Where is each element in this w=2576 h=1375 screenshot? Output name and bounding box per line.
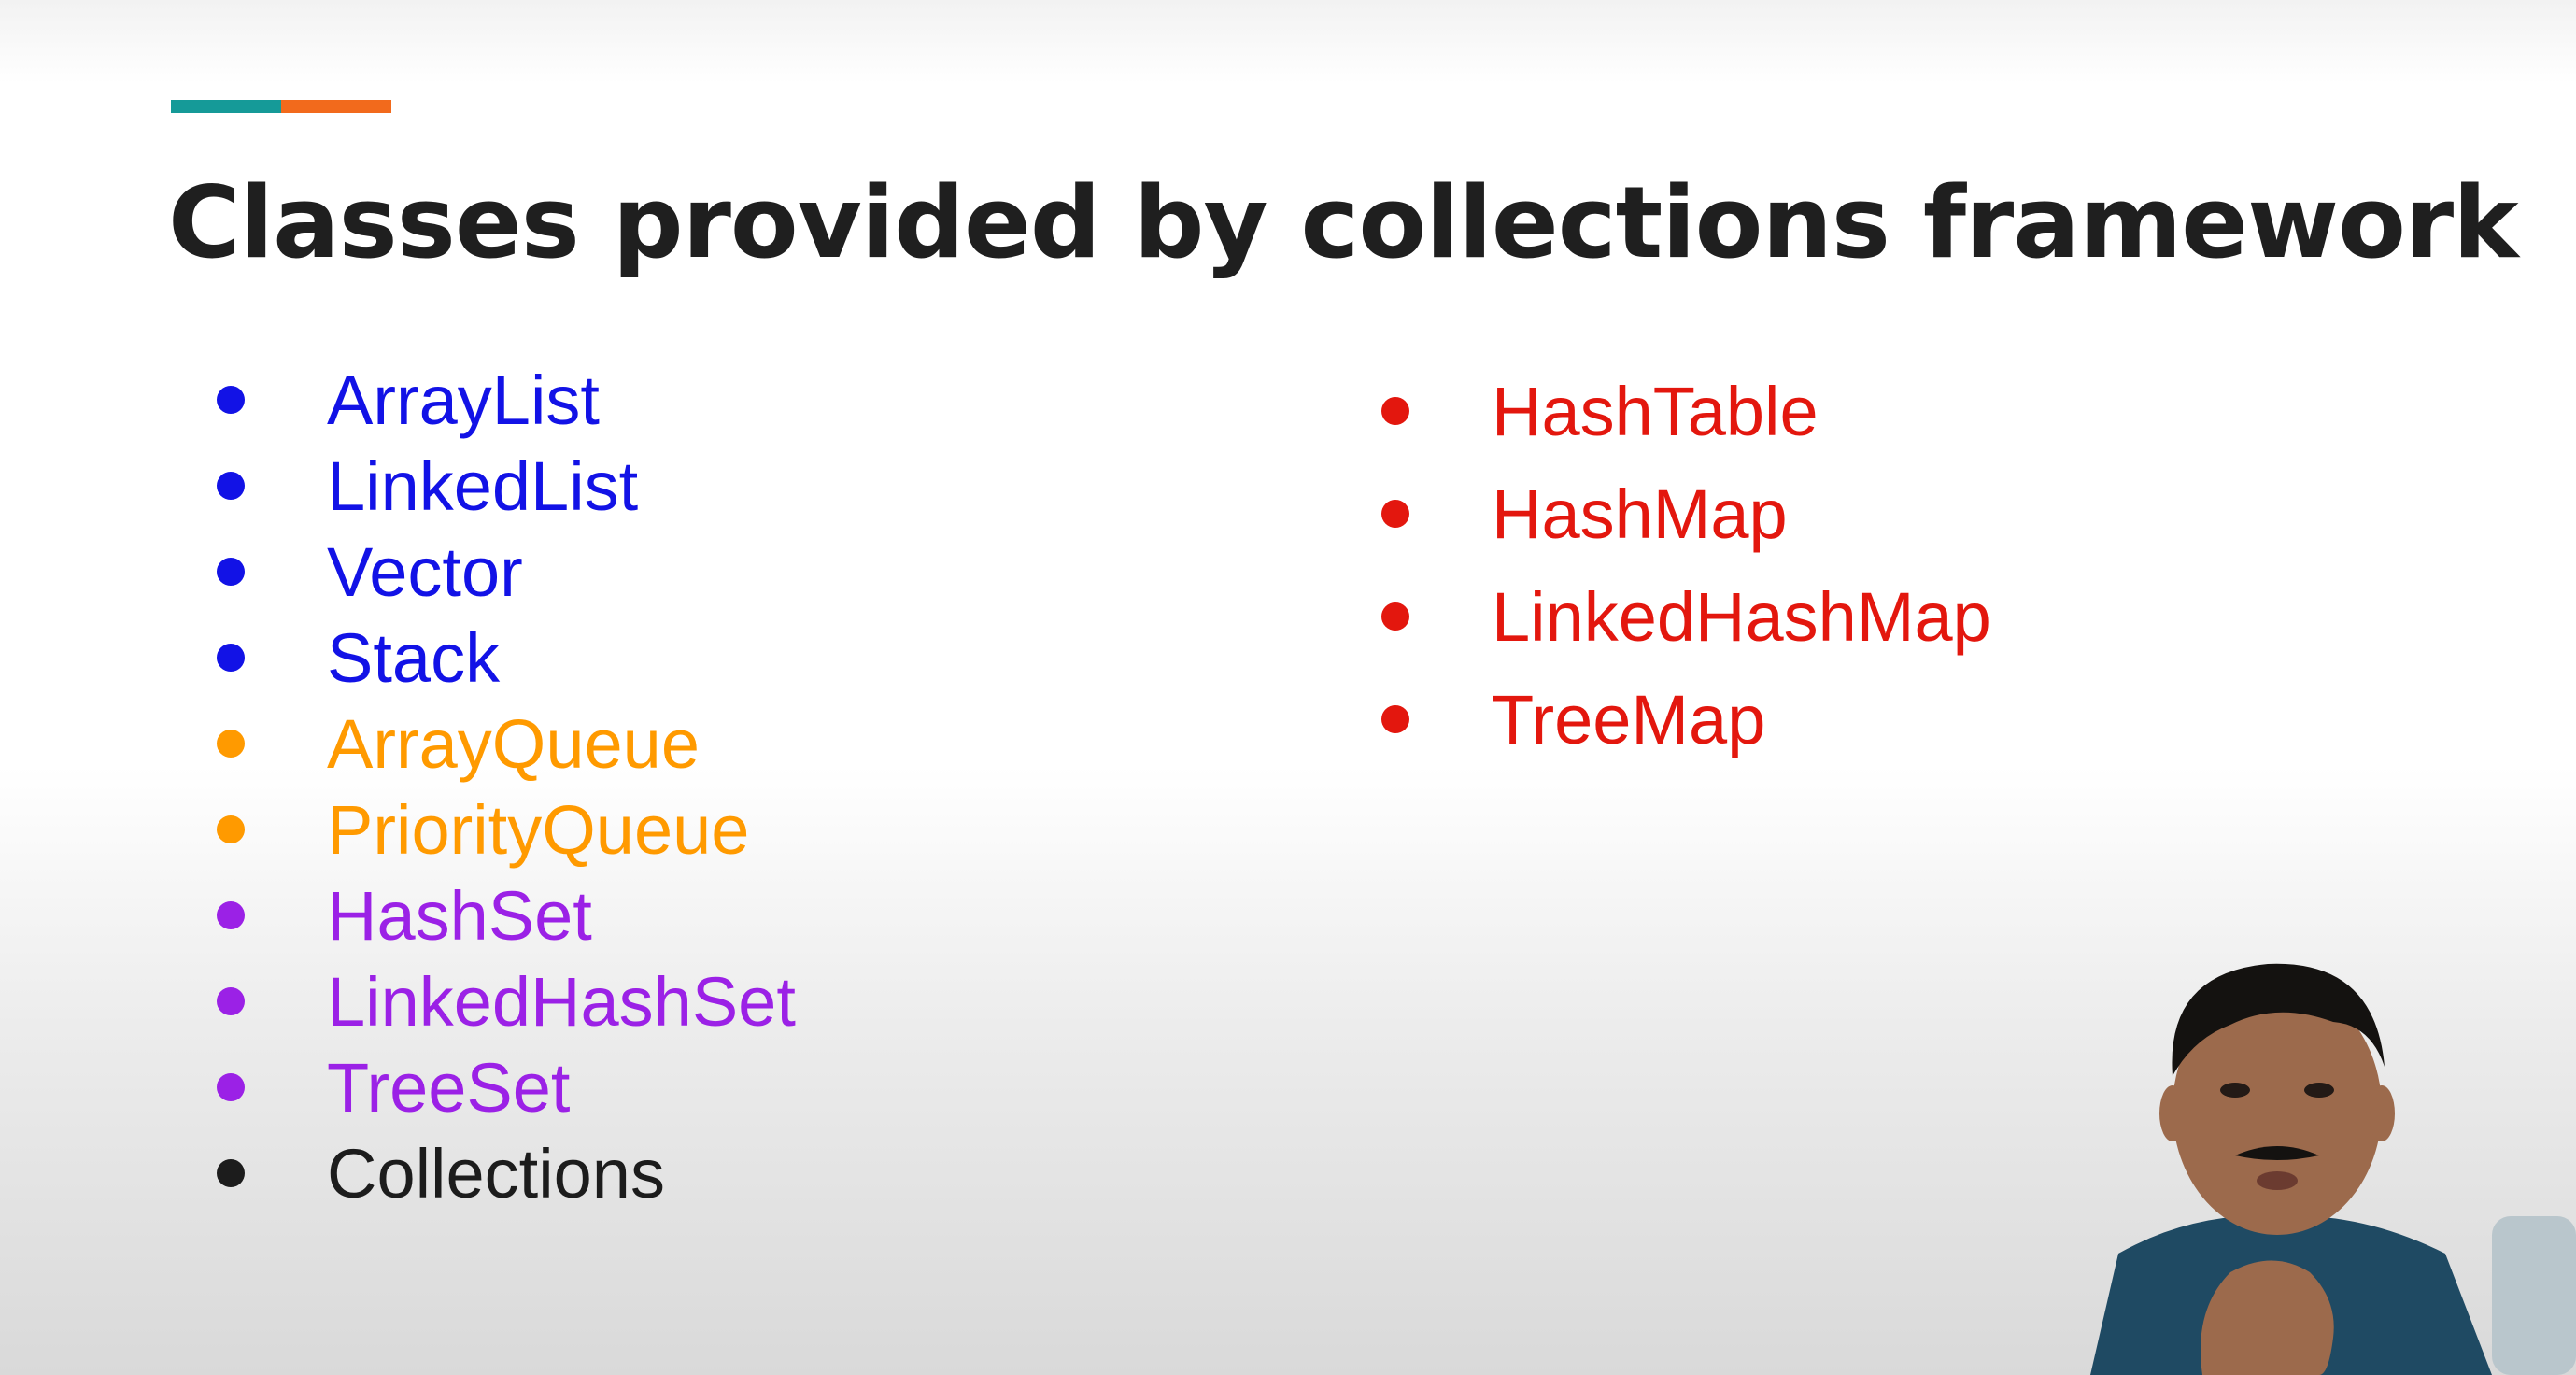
accent-bar-orange [281, 100, 391, 113]
collection-class-item: Stack [217, 615, 796, 701]
presenter-chair [2492, 1216, 2576, 1375]
collection-class-item-label: Collections [327, 1134, 665, 1212]
bullet-icon [217, 901, 245, 929]
bullet-icon [1381, 705, 1409, 733]
collection-class-item: PriorityQueue [217, 787, 796, 872]
collection-class-item-label: LinkedList [327, 447, 639, 525]
map-class-item-label: HashTable [1492, 372, 1819, 450]
bullet-icon [217, 558, 245, 586]
map-class-item: HashMap [1381, 462, 1991, 565]
collection-classes-list: ArrayList LinkedList Vector Stack ArrayQueue… [217, 357, 796, 1216]
collection-class-item: TreeSet [217, 1044, 796, 1130]
map-class-item-label: HashMap [1492, 475, 1788, 553]
presenter-ear-left [2159, 1085, 2186, 1141]
collection-class-item: HashSet [217, 872, 796, 958]
collection-class-item-label: Vector [327, 532, 523, 611]
map-class-item: HashTable [1381, 360, 1991, 462]
collection-class-item: ArrayList [217, 357, 796, 443]
collection-class-item: Vector [217, 529, 796, 615]
map-class-item-label: TreeMap [1492, 680, 1766, 758]
presenter-eye-right [2304, 1083, 2334, 1098]
bullet-icon [217, 815, 245, 843]
bullet-icon [217, 386, 245, 414]
collection-class-item: Collections [217, 1130, 796, 1216]
bullet-icon [217, 1073, 245, 1101]
presenter-mouth [2257, 1171, 2298, 1190]
map-classes-list: HashTable HashMap LinkedHashMap TreeMap [1381, 360, 1991, 771]
collection-class-item-label: Stack [327, 618, 501, 697]
bullet-icon [217, 1159, 245, 1187]
collection-class-item: ArrayQueue [217, 701, 796, 787]
collection-class-item: LinkedList [217, 443, 796, 529]
slide-title: Classes provided by collections framewor… [168, 165, 2519, 280]
bullet-icon [217, 730, 245, 758]
collection-class-item-label: TreeSet [327, 1048, 571, 1127]
collection-class-item-label: ArrayList [327, 361, 600, 439]
map-class-item-label: LinkedHashMap [1492, 577, 1991, 656]
presenter-eye-left [2220, 1083, 2250, 1098]
presenter-ear-right [2369, 1085, 2395, 1141]
collection-class-item-label: ArrayQueue [327, 704, 700, 783]
map-class-item: TreeMap [1381, 668, 1991, 771]
presenter-video [2053, 936, 2576, 1375]
bullet-icon [1381, 602, 1409, 631]
bullet-icon [217, 644, 245, 672]
bullet-icon [1381, 500, 1409, 528]
bullet-icon [217, 472, 245, 500]
collection-class-item-label: LinkedHashSet [327, 962, 796, 1041]
accent-bar-teal [171, 100, 281, 113]
map-class-item: LinkedHashMap [1381, 565, 1991, 668]
collection-class-item-label: HashSet [327, 876, 592, 955]
title-accent-bar [171, 100, 391, 113]
collection-class-item: LinkedHashSet [217, 958, 796, 1044]
bullet-icon [217, 987, 245, 1015]
collection-class-item-label: PriorityQueue [327, 790, 750, 869]
bullet-icon [1381, 397, 1409, 425]
